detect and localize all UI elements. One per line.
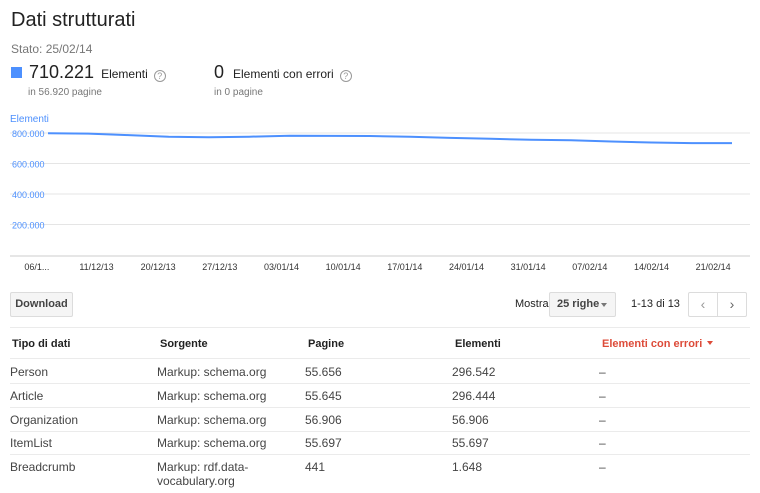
page-title: Dati strutturati <box>11 9 136 31</box>
table-cell: Person <box>10 365 49 379</box>
x-tick-label: 20/12/13 <box>141 262 176 272</box>
x-tick-label: 10/01/14 <box>326 262 361 272</box>
y-tick-label: 800.000 <box>12 129 45 139</box>
y-tick-label: 600.000 <box>12 160 45 170</box>
table-cell: 56.906 <box>305 413 342 427</box>
errors-pages: in 0 pagine <box>214 87 263 98</box>
column-header-type[interactable]: Tipo di dati <box>12 338 70 350</box>
table-cell: 56.906 <box>452 413 489 427</box>
series-line <box>47 132 732 145</box>
table-cell: – <box>599 389 606 403</box>
pagination-range: 1-13 di 13 <box>631 298 680 310</box>
table-cell: – <box>599 413 606 427</box>
errors-count: 0 <box>214 62 225 82</box>
chevron-right-icon: › <box>729 296 735 312</box>
x-tick-label: 24/01/14 <box>449 262 484 272</box>
series-swatch[interactable] <box>11 67 22 78</box>
row-divider <box>10 407 750 408</box>
table-cell: 55.697 <box>452 436 489 450</box>
table-cell: Markup: schema.org <box>157 365 267 379</box>
table-cell: 55.645 <box>305 389 342 403</box>
x-tick-label: 17/01/14 <box>387 262 422 272</box>
elements-pages: in 56.920 pagine <box>28 87 102 98</box>
x-tick-label: 03/01/14 <box>264 262 299 272</box>
elements-label: Elementi <box>101 67 148 81</box>
table-cell: 441 <box>305 460 326 474</box>
x-tick-label: 06/1... <box>24 262 49 272</box>
elements-metric: 710.221 Elementi ? in 56.920 pagine <box>11 62 166 98</box>
prev-page-button[interactable]: ‹ <box>688 292 718 317</box>
rows-label: Mostra <box>515 298 549 310</box>
row-divider <box>10 454 750 455</box>
x-tick-label: 21/02/14 <box>696 262 731 272</box>
y-tick-label: 200.000 <box>12 221 45 231</box>
row-divider <box>10 431 750 432</box>
header-divider <box>10 358 750 359</box>
download-button[interactable]: Download <box>10 292 73 317</box>
table-cell: ItemList <box>10 436 53 450</box>
x-tick-label: 27/12/13 <box>202 262 237 272</box>
table-cell: 296.542 <box>452 365 496 379</box>
errors-metric: 0 Elementi con errori ? in 0 pagine <box>214 62 352 98</box>
status-date: Stato: 25/02/14 <box>11 42 93 56</box>
row-divider <box>10 383 750 384</box>
table-cell: 55.697 <box>305 436 342 450</box>
table-cell: Breadcrumb <box>10 460 76 474</box>
table-cell: Markup: schema.org <box>157 436 267 450</box>
table-cell: 55.656 <box>305 365 342 379</box>
table-cell: Markup: rdf.data-vocabulary.org <box>157 460 249 488</box>
chevron-down-icon <box>601 303 607 307</box>
x-tick-label: 07/02/14 <box>572 262 607 272</box>
table-cell: 296.444 <box>452 389 496 403</box>
x-tick-label: 14/02/14 <box>634 262 669 272</box>
errors-label: Elementi con errori <box>233 67 334 81</box>
rows-per-page-value: 25 righe <box>557 298 600 310</box>
elements-count: 710.221 <box>29 62 95 82</box>
help-icon[interactable]: ? <box>339 70 352 82</box>
table-cell: Markup: schema.org <box>157 413 267 427</box>
help-icon[interactable]: ? <box>153 70 166 82</box>
column-header-source[interactable]: Sorgente <box>160 338 208 350</box>
column-header-errors[interactable]: Elementi con errori <box>602 338 714 350</box>
column-header-errors-label: Elementi con errori <box>602 338 703 350</box>
next-page-button[interactable]: › <box>717 292 747 317</box>
table-cell: 1.648 <box>452 460 483 474</box>
table-cell: Organization <box>10 413 79 427</box>
rows-per-page-select[interactable]: 25 righe <box>549 292 616 317</box>
table-cell: – <box>599 365 606 379</box>
table-cell: – <box>599 460 606 474</box>
chevron-left-icon: ‹ <box>700 296 706 312</box>
column-header-pages[interactable]: Pagine <box>308 338 344 350</box>
chart-series-label: Elementi <box>10 114 49 125</box>
y-tick-label: 400.000 <box>12 190 45 200</box>
table-cell: Article <box>10 389 44 403</box>
table-top-divider <box>10 327 750 328</box>
x-tick-label: 31/01/14 <box>511 262 546 272</box>
table-cell: Markup: schema.org <box>157 389 267 403</box>
table-cell: – <box>599 436 606 450</box>
elements-chart: 800.000 600.000 400.000 200.000 06/1... 11/12… <box>10 129 750 272</box>
column-header-items[interactable]: Elementi <box>455 338 501 350</box>
x-tick-label: 11/12/13 <box>79 262 113 272</box>
sort-desc-icon <box>707 341 714 345</box>
